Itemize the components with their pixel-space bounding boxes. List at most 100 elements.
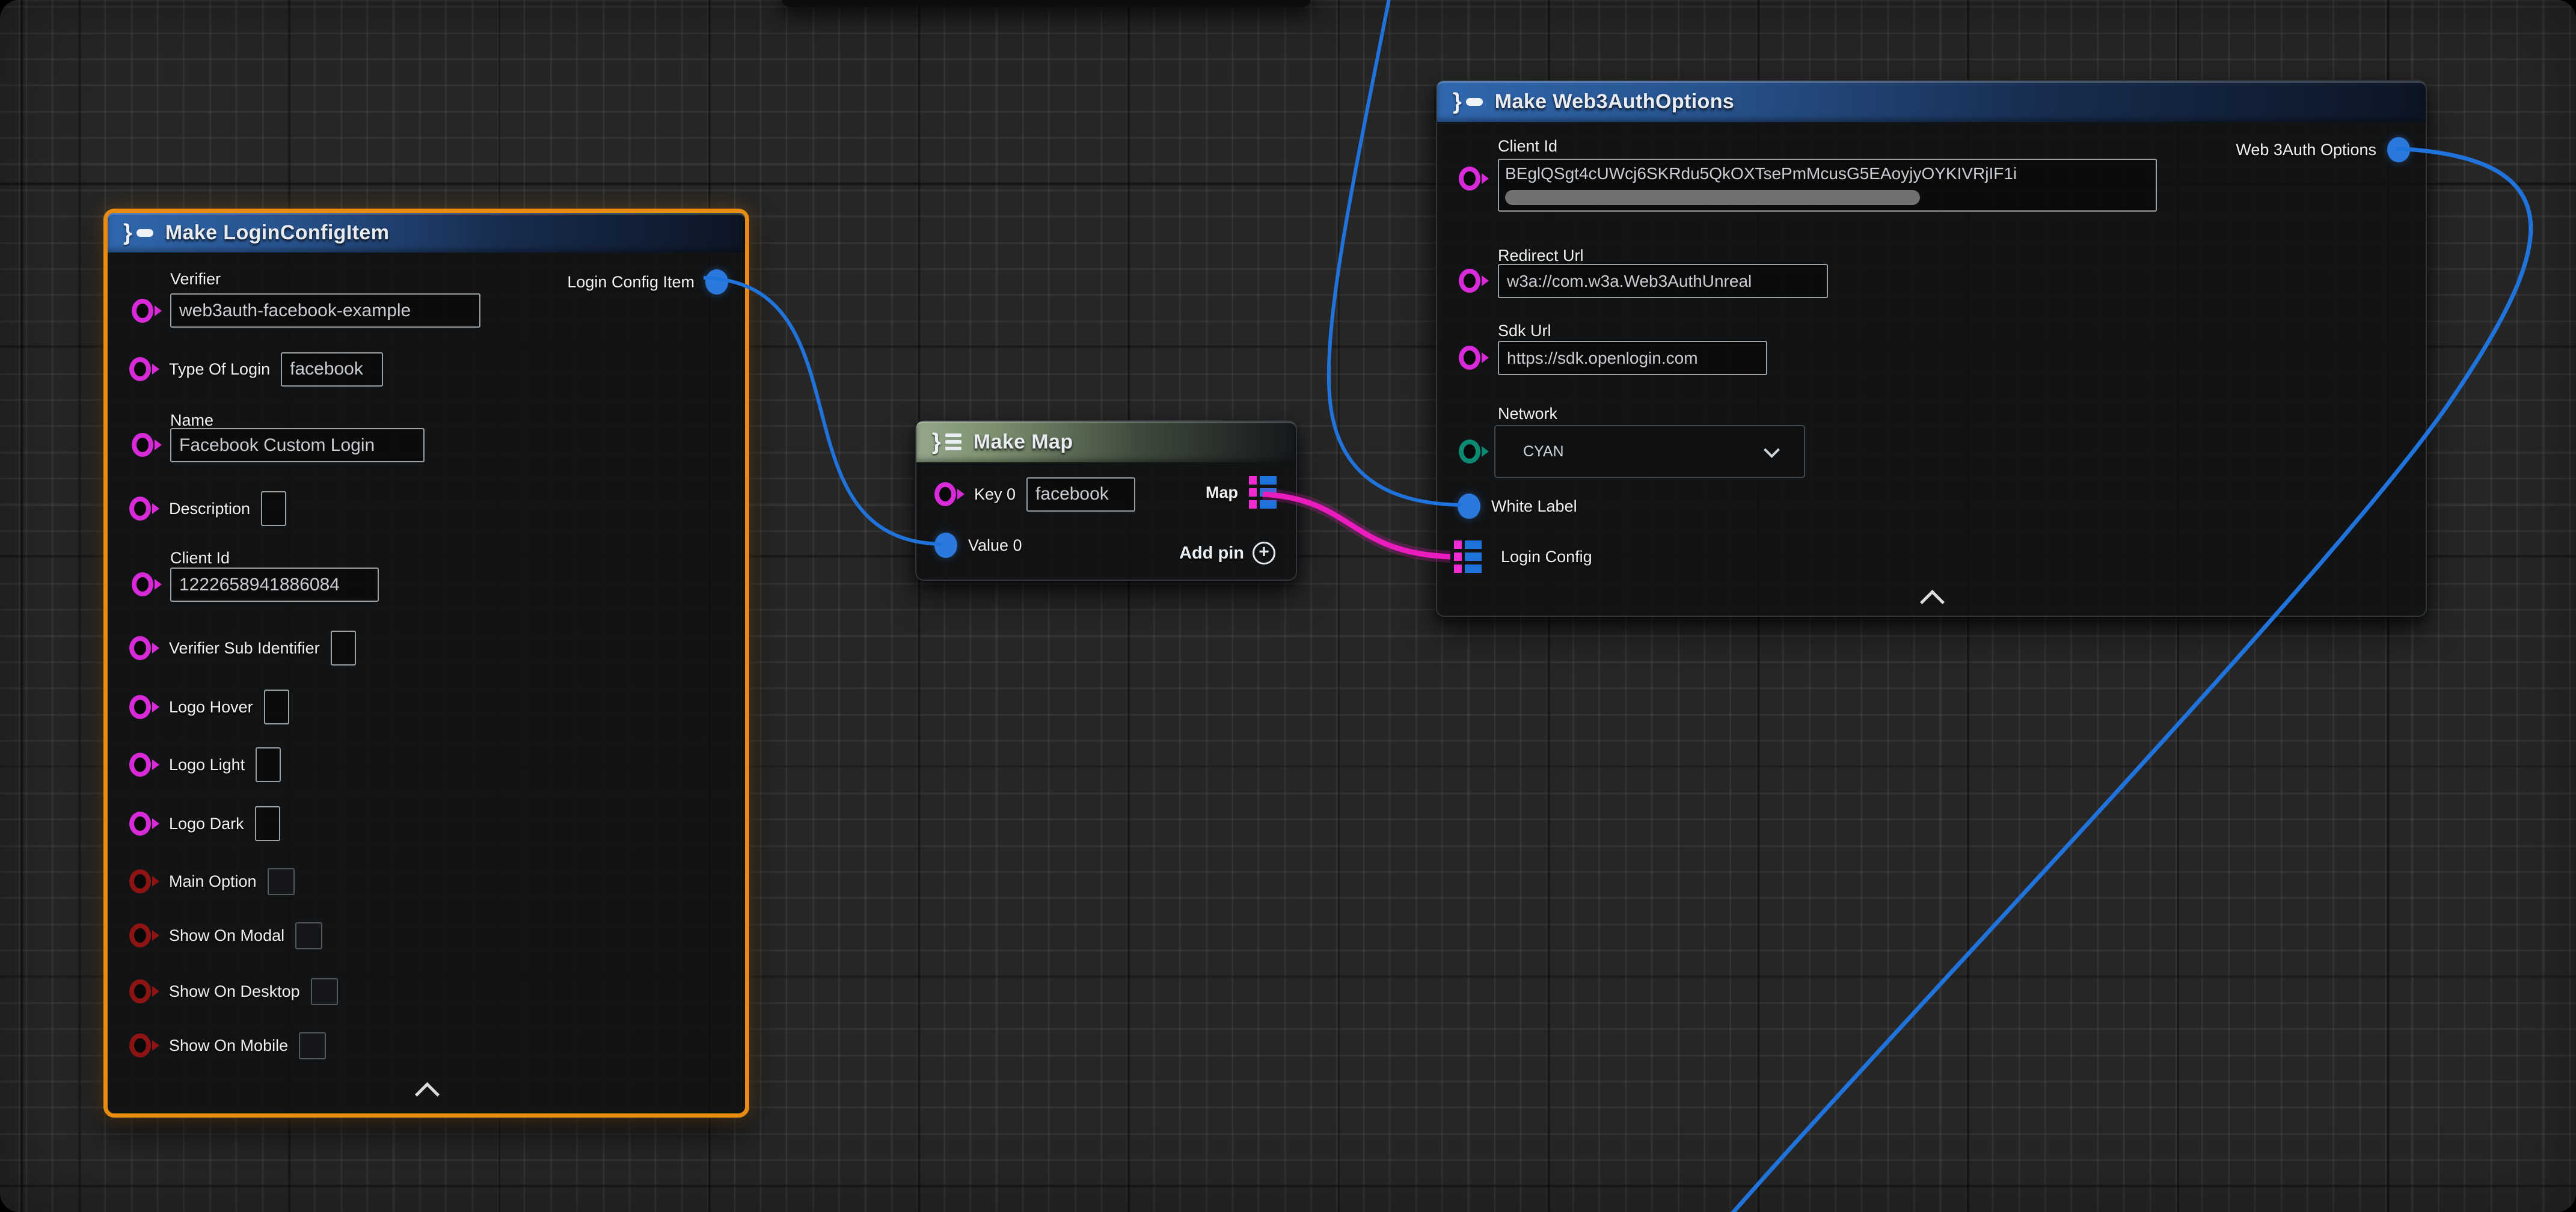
- map-output-row: Map: [1206, 474, 1277, 510]
- show-on-modal-checkbox[interactable]: [295, 922, 322, 949]
- name-input[interactable]: [170, 428, 425, 462]
- logo-hover-label: Logo Hover: [169, 698, 253, 717]
- description-row: Description: [129, 491, 286, 527]
- show-on-modal-row: Show On Modal: [129, 917, 322, 953]
- sdk-url-pin[interactable]: [1459, 346, 1480, 370]
- show-on-mobile-label: Show On Mobile: [169, 1036, 288, 1055]
- main-option-pin[interactable]: [129, 869, 151, 893]
- verifier-input[interactable]: [170, 293, 480, 328]
- sdk-url-input[interactable]: [1498, 341, 1767, 375]
- value-0-row: Value 0: [934, 527, 1022, 563]
- add-pin-label: Add pin: [1179, 543, 1244, 563]
- node-make-loginconfigitem[interactable]: } Make LoginConfigItem Login Config Item…: [103, 209, 749, 1118]
- node-title: Make LoginConfigItem: [165, 221, 390, 245]
- node-header-make-map[interactable]: } Make Map: [916, 421, 1296, 462]
- value-0-label: Value 0: [968, 536, 1022, 555]
- verifier-sub-identifier-pin[interactable]: [129, 636, 151, 660]
- redirect-url-pin[interactable]: [1459, 269, 1480, 293]
- show-on-modal-pin[interactable]: [129, 923, 151, 947]
- description-pin[interactable]: [129, 497, 151, 521]
- login-config-row: Login Config: [1454, 539, 1592, 575]
- logo-dark-label: Logo Dark: [169, 815, 244, 833]
- type-of-login-input[interactable]: [281, 352, 383, 387]
- logo-light-row: Logo Light: [129, 747, 281, 783]
- name-pin[interactable]: [132, 433, 153, 457]
- client-id-label: Client Id: [1498, 137, 1557, 156]
- logo-hover-input[interactable]: [264, 690, 289, 724]
- add-pin-button[interactable]: Add pin: [1179, 542, 1275, 565]
- collapse-node-chevron-icon[interactable]: [1920, 590, 1945, 614]
- sdk-url-label: Sdk Url: [1498, 322, 1551, 340]
- main-option-label: Main Option: [169, 872, 257, 891]
- description-input[interactable]: [261, 491, 286, 526]
- show-on-desktop-pin[interactable]: [129, 979, 151, 1003]
- logo-dark-row: Logo Dark: [129, 806, 280, 842]
- show-on-desktop-checkbox[interactable]: [311, 978, 338, 1005]
- login-config-pin[interactable]: [1454, 540, 1482, 573]
- login-config-item-output-pin[interactable]: [705, 269, 728, 295]
- network-pin[interactable]: [1459, 439, 1480, 464]
- blueprint-canvas[interactable]: } Make LoginConfigItem Login Config Item…: [0, 0, 2576, 1212]
- node-header-make-web3authoptions[interactable]: } Make Web3AuthOptions: [1437, 81, 2426, 122]
- offscreen-node-edge[interactable]: [782, 0, 1311, 7]
- client-id-scrollbar[interactable]: [1505, 190, 1920, 205]
- collapse-node-chevron-icon[interactable]: [415, 1082, 440, 1107]
- node-title: Make Web3AuthOptions: [1495, 90, 1734, 114]
- show-on-mobile-checkbox[interactable]: [299, 1032, 326, 1059]
- client-id-text[interactable]: BEglQSgt4cUWcj6SKRdu5QkOXTsePmMcusG5EAoy…: [1499, 160, 2156, 186]
- node-make-web3authoptions[interactable]: } Make Web3AuthOptions Web 3Auth Options…: [1436, 80, 2427, 617]
- redirect-url-input[interactable]: [1498, 264, 1828, 298]
- output-pin-label: Login Config Item: [567, 273, 695, 292]
- key-0-input[interactable]: [1026, 477, 1135, 512]
- node-make-map[interactable]: } Make Map Key 0 Map Value 0 Add pin: [915, 420, 1297, 581]
- make-struct-icon: }: [123, 220, 153, 246]
- type-of-login-row: Type Of Login: [129, 351, 383, 387]
- web3auth-options-output-label: Web 3Auth Options: [2236, 141, 2376, 159]
- verifier-pin[interactable]: [132, 299, 153, 323]
- make-map-icon: }: [932, 429, 961, 455]
- client-id-input[interactable]: BEglQSgt4cUWcj6SKRdu5QkOXTsePmMcusG5EAoy…: [1498, 159, 2157, 212]
- make-struct-icon: }: [1453, 89, 1483, 115]
- client-id-label: Client Id: [170, 549, 230, 568]
- key-0-row: Key 0: [934, 476, 1135, 512]
- login-config-label: Login Config: [1501, 548, 1592, 566]
- logo-dark-input[interactable]: [255, 806, 280, 841]
- client-id-input[interactable]: [170, 568, 379, 602]
- name-label: Name: [170, 411, 213, 430]
- white-label-label: White Label: [1491, 497, 1577, 516]
- white-label-pin[interactable]: [1458, 494, 1480, 519]
- map-output-pin[interactable]: [1249, 476, 1277, 509]
- web3auth-options-output-pin[interactable]: [2387, 137, 2410, 162]
- show-on-mobile-row: Show On Mobile: [129, 1027, 326, 1064]
- main-option-row: Main Option: [129, 863, 295, 899]
- node-title: Make Map: [974, 430, 1073, 454]
- logo-hover-row: Logo Hover: [129, 689, 289, 725]
- key-0-pin[interactable]: [934, 482, 956, 506]
- logo-dark-pin[interactable]: [129, 812, 151, 836]
- verifier-sub-identifier-label: Verifier Sub Identifier: [169, 639, 320, 658]
- type-of-login-pin[interactable]: [129, 357, 151, 381]
- map-output-label: Map: [1206, 483, 1238, 502]
- key-0-label: Key 0: [974, 485, 1016, 504]
- logo-light-input[interactable]: [256, 747, 281, 782]
- show-on-modal-label: Show On Modal: [169, 926, 284, 945]
- redirect-url-label: Redirect Url: [1498, 246, 1584, 265]
- client-id-pin[interactable]: [1459, 167, 1480, 191]
- client-id-pin[interactable]: [132, 572, 153, 596]
- logo-light-pin[interactable]: [129, 753, 151, 777]
- verifier-sub-identifier-row: Verifier Sub Identifier: [129, 630, 356, 666]
- network-dropdown[interactable]: CYAN: [1494, 425, 1805, 478]
- verifier-sub-identifier-input[interactable]: [331, 631, 356, 666]
- show-on-desktop-label: Show On Desktop: [169, 982, 300, 1001]
- node-header-make-loginconfigitem[interactable]: } Make LoginConfigItem: [108, 213, 745, 252]
- description-label: Description: [169, 500, 250, 518]
- main-option-checkbox[interactable]: [268, 868, 295, 895]
- add-pin-plus-icon: [1253, 542, 1275, 565]
- verifier-label: Verifier: [170, 270, 221, 289]
- value-0-pin[interactable]: [934, 533, 957, 558]
- network-label: Network: [1498, 405, 1557, 423]
- logo-hover-pin[interactable]: [129, 695, 151, 719]
- chevron-down-icon: [1764, 442, 1780, 458]
- show-on-mobile-pin[interactable]: [129, 1033, 151, 1057]
- network-dropdown-value: CYAN: [1523, 443, 1564, 461]
